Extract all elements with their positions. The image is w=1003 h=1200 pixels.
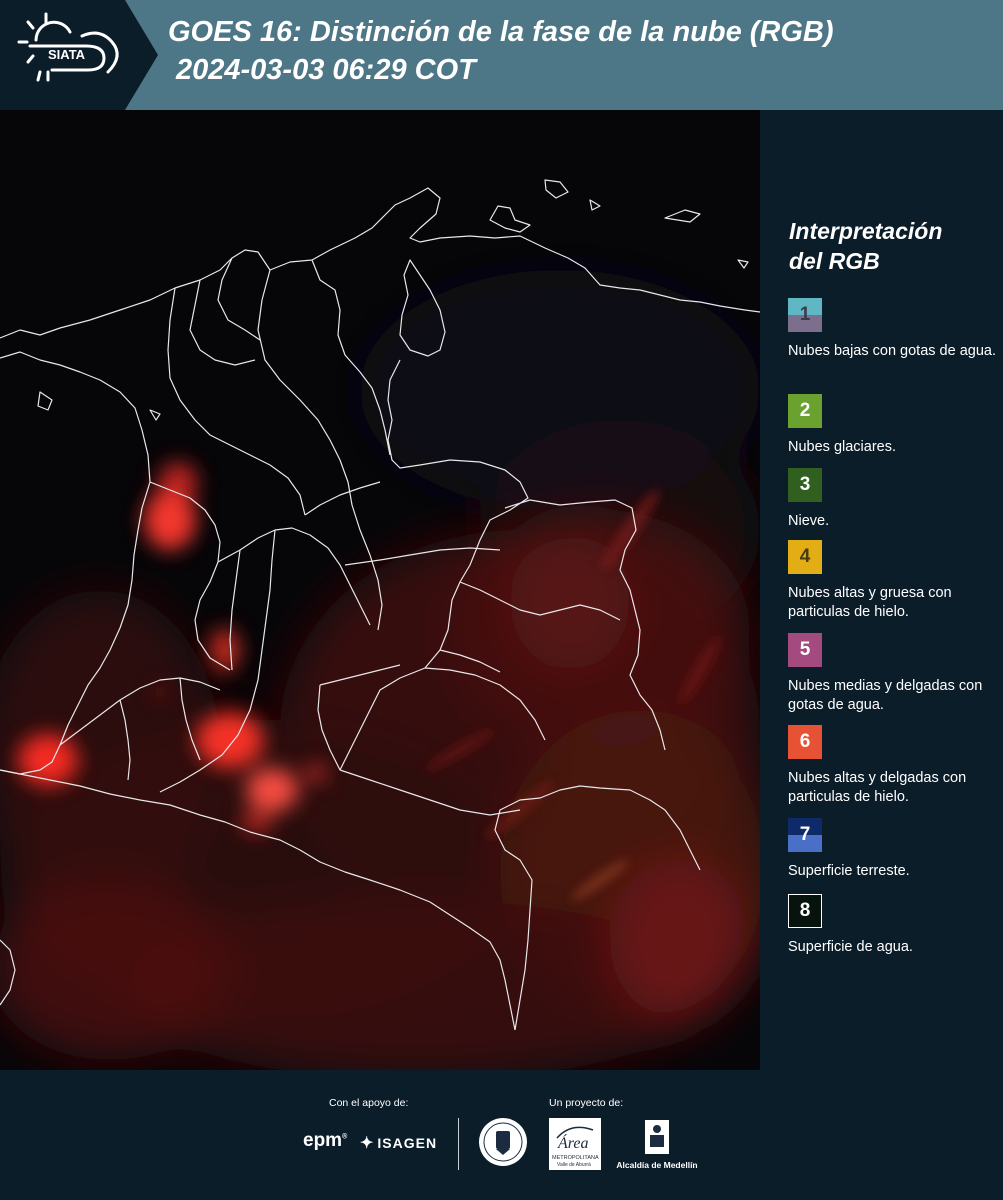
alcaldia-label: Alcaldía de Medellín bbox=[616, 1160, 698, 1170]
legend-item-3: 3 Nieve. bbox=[788, 468, 1000, 531]
legend-label-6: Nubes altas y delgadas con particulas de… bbox=[788, 770, 967, 805]
legend-label-2: Nubes glaciares. bbox=[788, 439, 896, 455]
area-metropolitana-logo: Área METROPOLITANA Valle de Aburrá bbox=[549, 1118, 601, 1170]
legend-label-4: Nubes altas y gruesa con particulas de h… bbox=[788, 585, 952, 620]
legend-swatch-4: 4 bbox=[788, 540, 822, 574]
siata-logo: SIATA bbox=[0, 0, 160, 110]
page-title: GOES 16: Distinción de la fase de la nub… bbox=[168, 16, 834, 48]
legend-label-3: Nieve. bbox=[788, 513, 830, 529]
legend-title: Interpretación del RGB bbox=[789, 218, 943, 274]
legend-item-5: 5 Nubes medias y delgadas con gotas de a… bbox=[788, 633, 1000, 715]
legend-swatch-6: 6 bbox=[788, 725, 822, 759]
university-seal-logo bbox=[478, 1117, 528, 1167]
svg-text:METROPOLITANA: METROPOLITANA bbox=[552, 1155, 599, 1161]
svg-text:SIATA: SIATA bbox=[48, 47, 86, 62]
project-caption: Un proyecto de: bbox=[549, 1097, 624, 1109]
legend-label-1: Nubes bajas con gotas de agua. bbox=[788, 343, 996, 359]
legend-swatch-5: 5 bbox=[788, 633, 822, 667]
legend-swatch-2: 2 bbox=[788, 394, 822, 428]
isagen-logo: ✦ ISAGEN bbox=[360, 1135, 438, 1152]
legend-item-4: 4 Nubes altas y gruesa con particulas de… bbox=[788, 540, 1000, 622]
legend-item-2: 2 Nubes glaciares. bbox=[788, 394, 1000, 457]
alcaldia-medellin-logo: Alcaldía de Medellín bbox=[613, 1120, 701, 1172]
isagen-mark-icon: ✦ bbox=[360, 1135, 375, 1152]
legend-swatch-3: 3 bbox=[788, 468, 822, 502]
legend-swatch-1: 1 bbox=[788, 298, 822, 332]
header: SIATA GOES 16: Distinción de la fase de … bbox=[0, 0, 1003, 110]
legend-item-6: 6 Nubes altas y delgadas con particulas … bbox=[788, 725, 1000, 807]
legend-label-7: Superficie terreste. bbox=[788, 863, 910, 879]
epm-logo: epm® bbox=[303, 1130, 348, 1151]
legend-label-8: Superficie de agua. bbox=[788, 939, 913, 955]
footer-divider bbox=[458, 1118, 459, 1170]
legend-item-1: 1 Nubes bajas con gotas de agua. bbox=[788, 298, 1000, 361]
rgb-legend: Interpretación del RGB 1 Nubes bajas con… bbox=[760, 110, 1003, 1070]
svg-text:Área: Área bbox=[557, 1133, 589, 1152]
svg-text:Valle de Aburrá: Valle de Aburrá bbox=[557, 1162, 591, 1168]
legend-swatch-7: 7 bbox=[788, 818, 822, 852]
page-timestamp: 2024-03-03 06:29 COT bbox=[176, 54, 476, 86]
legend-item-8: 8 Superficie de agua. bbox=[788, 894, 1000, 957]
satellite-map[interactable] bbox=[0, 110, 760, 1070]
legend-swatch-8: 8 bbox=[788, 894, 822, 928]
legend-item-7: 7 Superficie terreste. bbox=[788, 818, 1000, 881]
legend-label-5: Nubes medias y delgadas con gotas de agu… bbox=[788, 678, 983, 713]
footer: Con el apoyo de: Un proyecto de: epm® ✦ I… bbox=[0, 1070, 1003, 1200]
support-caption: Con el apoyo de: bbox=[329, 1097, 409, 1109]
